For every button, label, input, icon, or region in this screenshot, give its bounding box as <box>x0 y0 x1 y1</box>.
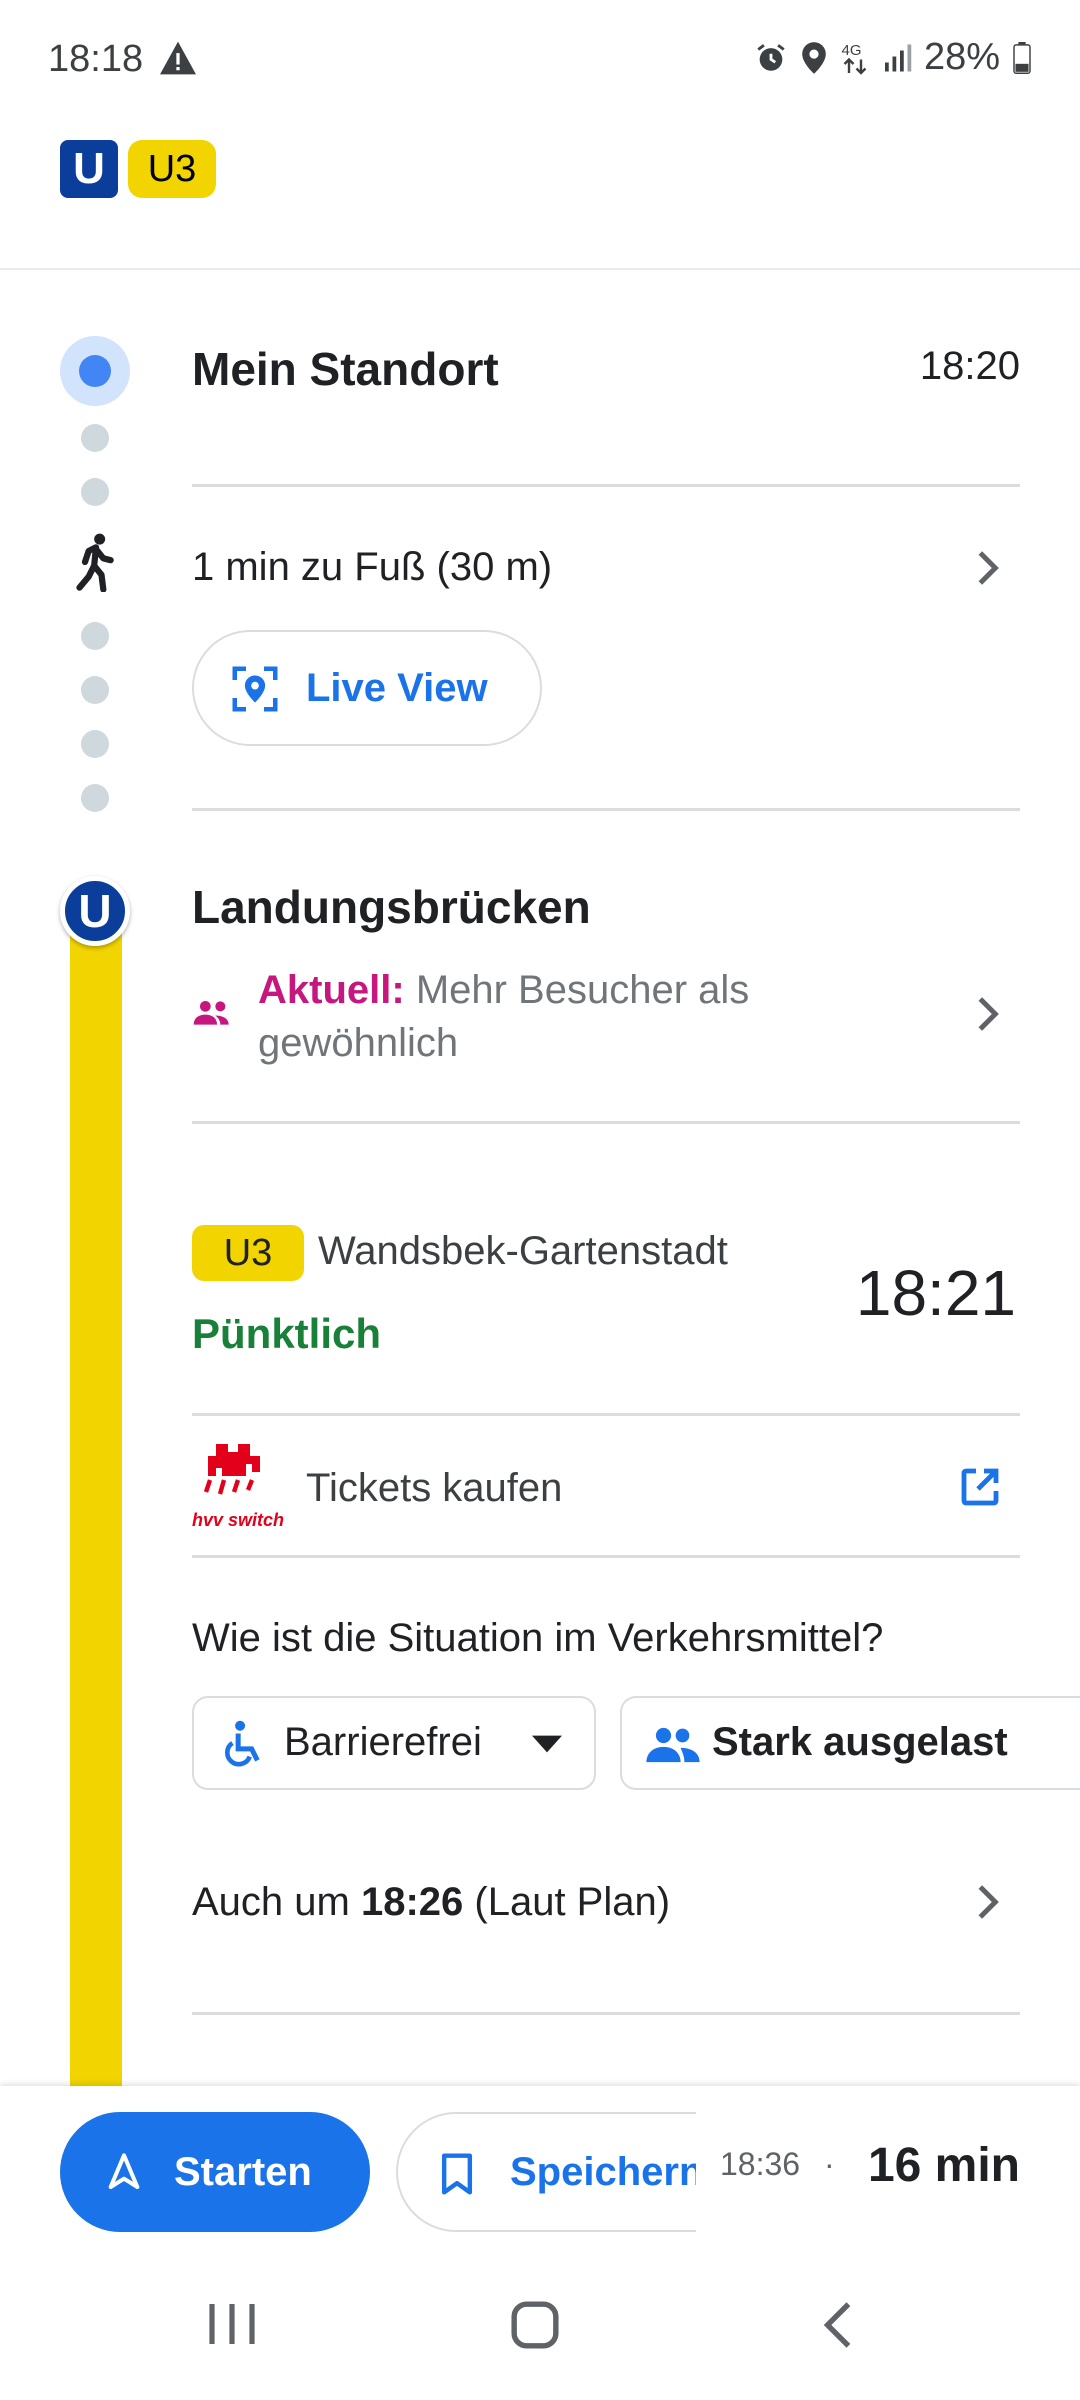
timeline-dot <box>81 676 109 704</box>
bookmark-icon <box>441 2153 473 2195</box>
system-navigation-bar <box>0 2248 1080 2400</box>
home-icon[interactable] <box>510 2300 560 2350</box>
chevron-right-icon[interactable] <box>970 1882 1004 1922</box>
divider <box>192 1555 1020 1558</box>
line-badge: U3 <box>192 1225 304 1281</box>
crowding-chip[interactable]: Stark ausgelast <box>620 1696 1080 1790</box>
svg-text:4G: 4G <box>841 42 861 59</box>
open-external-icon[interactable] <box>956 1463 1004 1511</box>
live-view-label: Live View <box>306 666 488 710</box>
timeline-dot <box>81 478 109 506</box>
departure-time: 18:21 <box>855 1257 1016 1329</box>
hvv-switch-logo: hvv switch <box>192 1440 284 1536</box>
line-badge: U3 <box>128 140 216 198</box>
separator: · <box>824 2146 835 2182</box>
accessibility-chip-label: Barrierefrei <box>284 1720 482 1764</box>
divider <box>192 808 1020 811</box>
signal-icon <box>884 44 912 71</box>
crowd-icon <box>193 1001 229 1025</box>
save-label: Speichern <box>510 2150 696 2194</box>
battery-percent: 28% <box>923 36 1000 78</box>
timeline-dot <box>81 424 109 452</box>
live-view-button[interactable]: Live View <box>192 630 542 746</box>
crowd-prefix: Aktuell: <box>258 968 405 1012</box>
situation-question: Wie ist die Situation im Verkehrsmittel? <box>192 1616 884 1660</box>
live-view-icon <box>232 666 278 712</box>
navigation-arrow-icon <box>108 2153 140 2189</box>
accessibility-chip[interactable]: Barrierefrei <box>192 1696 596 1790</box>
u3-route-line <box>70 910 122 2086</box>
status-bar: 18:18 4G 28% <box>0 0 1080 120</box>
also-suffix: (Laut Plan) <box>463 1880 671 1924</box>
alarm-icon <box>757 43 785 71</box>
origin-time: 18:20 <box>919 344 1020 388</box>
u-bahn-icon: U <box>60 140 118 198</box>
walk-text[interactable]: 1 min zu Fuß (30 m) <box>192 545 552 590</box>
also-time: 18:26 <box>360 1880 464 1924</box>
current-location-icon <box>60 336 130 406</box>
crowd-status[interactable]: Aktuell: Mehr Besucher als gewöhnlich <box>258 964 838 1070</box>
hvv-logo-text: hvv switch <box>192 1510 285 1530</box>
start-button[interactable]: Starten <box>60 2112 370 2232</box>
status-icons: 4G 28% <box>754 36 1032 79</box>
departure-status: Pünktlich <box>192 1310 382 1357</box>
walking-icon <box>76 533 114 592</box>
timeline-dot <box>81 622 109 650</box>
back-icon[interactable] <box>820 2300 856 2350</box>
trip-summary: 18:36 · 16 min <box>696 2086 1080 2248</box>
network-4g-icon: 4G <box>841 42 867 75</box>
divider <box>192 2012 1020 2015</box>
save-button[interactable]: Speichern <box>396 2112 696 2232</box>
wheelchair-icon <box>224 1720 260 1767</box>
status-time: 18:18 <box>48 38 144 80</box>
divider <box>192 484 1020 487</box>
crowding-chip-label: Stark ausgelast <box>712 1720 1008 1764</box>
hvv-logo-icon <box>203 1444 260 1495</box>
u-bahn-station-icon: U <box>60 876 130 946</box>
chevron-right-icon[interactable] <box>970 548 1004 588</box>
tickets-label[interactable]: Tickets kaufen <box>306 1466 562 1511</box>
divider <box>192 1413 1020 1416</box>
divider <box>192 1121 1020 1124</box>
arrival-time: 18:36 <box>720 2146 801 2182</box>
trip-duration: 16 min <box>867 2139 1020 2192</box>
recent-apps-icon[interactable] <box>206 2300 258 2348</box>
battery-icon <box>1013 41 1031 74</box>
start-label: Starten <box>174 2150 312 2194</box>
direction: Wandsbek-Gartenstadt <box>318 1229 728 1273</box>
chevron-right-icon[interactable] <box>970 994 1004 1034</box>
also-departure[interactable]: Auch um 18:26 (Laut Plan) <box>192 1880 670 1925</box>
location-icon <box>802 41 826 74</box>
station-name: Landungsbrücken <box>192 881 591 933</box>
dropdown-arrow-icon <box>532 1735 562 1753</box>
origin-name: Mein Standort <box>192 343 499 395</box>
timeline-dot <box>81 784 109 812</box>
timeline-dot <box>81 730 109 758</box>
warning-icon <box>160 41 196 75</box>
also-prefix: Auch um <box>192 1880 361 1924</box>
people-icon <box>646 1727 700 1763</box>
